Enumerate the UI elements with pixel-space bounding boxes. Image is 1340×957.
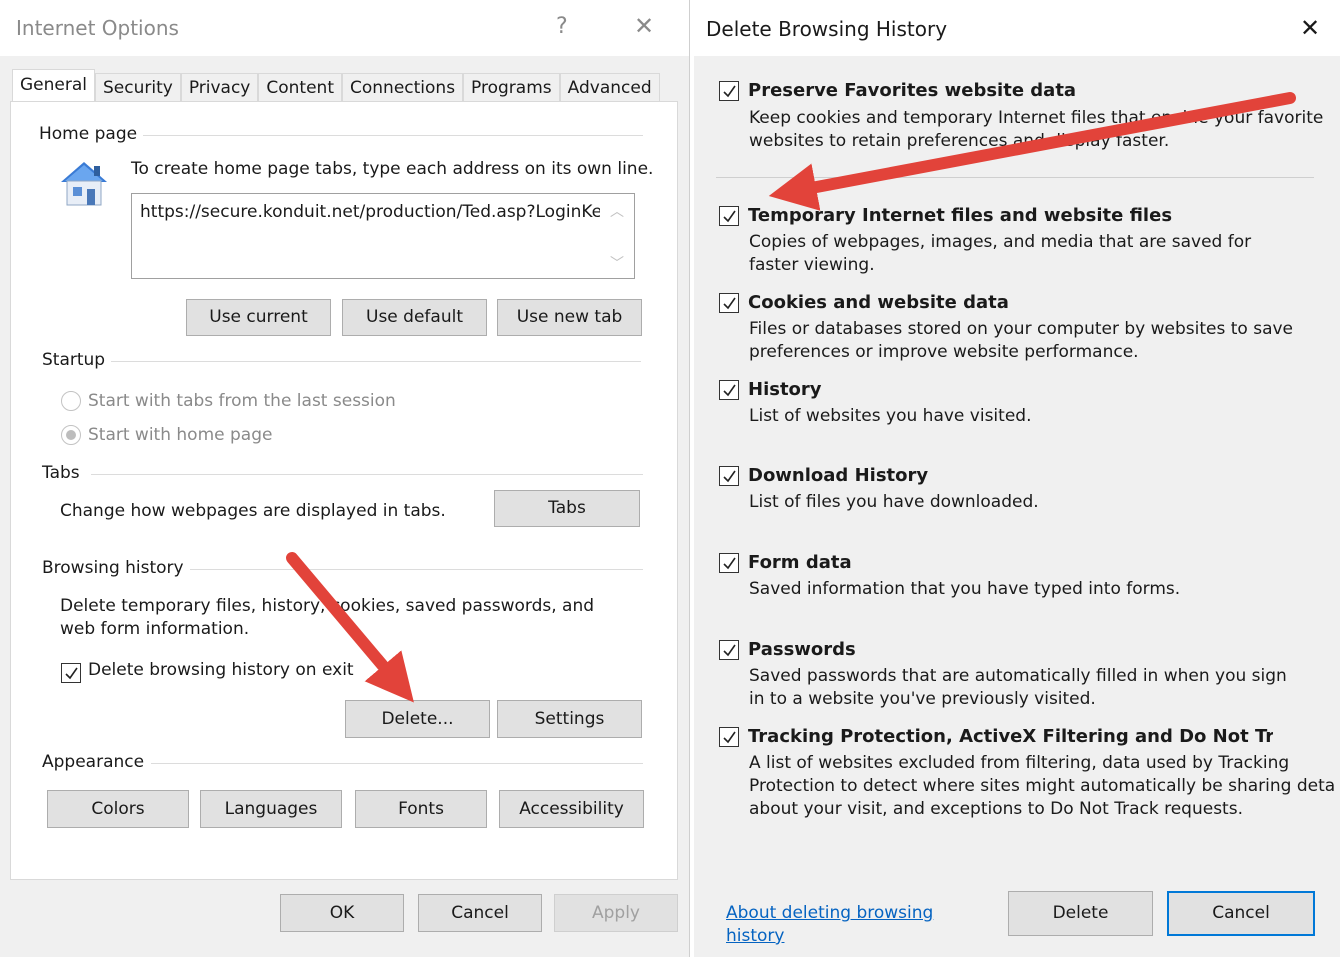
annotation-overlay [286, 92, 1296, 703]
arrow-to-temporary-files [768, 92, 1296, 211]
arrow-to-delete-button [286, 552, 414, 703]
